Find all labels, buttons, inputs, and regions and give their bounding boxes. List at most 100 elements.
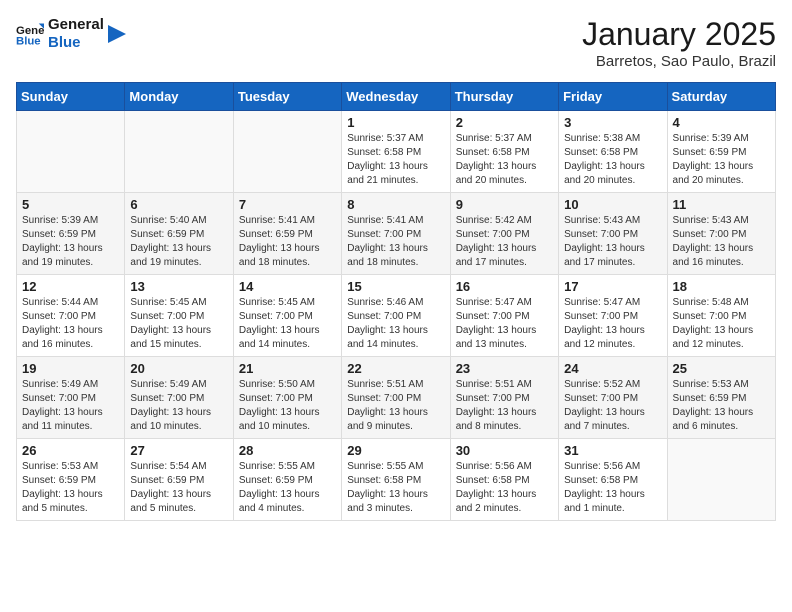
col-header-sunday: Sunday bbox=[17, 83, 125, 111]
day-info: Sunrise: 5:48 AM Sunset: 7:00 PM Dayligh… bbox=[673, 296, 770, 352]
day-number: 29 bbox=[347, 443, 444, 458]
day-info: Sunrise: 5:41 AM Sunset: 6:59 PM Dayligh… bbox=[239, 214, 336, 270]
day-info: Sunrise: 5:45 AM Sunset: 7:00 PM Dayligh… bbox=[239, 296, 336, 352]
day-info: Sunrise: 5:46 AM Sunset: 7:00 PM Dayligh… bbox=[347, 296, 444, 352]
day-number: 27 bbox=[130, 443, 227, 458]
calendar-week-3: 12 Sunrise: 5:44 AM Sunset: 7:00 PM Dayli… bbox=[17, 275, 776, 357]
day-number: 22 bbox=[347, 361, 444, 376]
calendar-cell: 24 Sunrise: 5:52 AM Sunset: 7:00 PM Dayli… bbox=[559, 357, 667, 439]
day-number: 23 bbox=[456, 361, 553, 376]
day-number: 13 bbox=[130, 279, 227, 294]
day-number: 26 bbox=[22, 443, 119, 458]
day-number: 31 bbox=[564, 443, 661, 458]
calendar-cell: 14Sunrise: 5:45 AM Sunset: 7:00 PM Dayli… bbox=[233, 275, 341, 357]
day-number: 28 bbox=[239, 443, 336, 458]
day-number: 15 bbox=[347, 279, 444, 294]
calendar-week-4: 19 Sunrise: 5:49 AM Sunset: 7:00 PM Dayli… bbox=[17, 357, 776, 439]
calendar-cell: 31Sunrise: 5:56 AM Sunset: 6:58 PM Dayli… bbox=[559, 439, 667, 521]
calendar-cell: 13 Sunrise: 5:45 AM Sunset: 7:00 PM Dayli… bbox=[125, 275, 233, 357]
day-info: Sunrise: 5:50 AM Sunset: 7:00 PM Dayligh… bbox=[239, 378, 336, 434]
day-number: 24 bbox=[564, 361, 661, 376]
day-number: 8 bbox=[347, 197, 444, 212]
col-header-monday: Monday bbox=[125, 83, 233, 111]
day-number: 30 bbox=[456, 443, 553, 458]
logo-general: General bbox=[48, 16, 104, 34]
calendar-cell: 16 Sunrise: 5:47 AM Sunset: 7:00 PM Dayli… bbox=[450, 275, 558, 357]
day-number: 2 bbox=[456, 115, 553, 130]
calendar-header: SundayMondayTuesdayWednesdayThursdayFrid… bbox=[17, 83, 776, 111]
day-info: Sunrise: 5:47 AM Sunset: 7:00 PM Dayligh… bbox=[564, 296, 661, 352]
day-number: 4 bbox=[673, 115, 770, 130]
page-header: General Blue General Blue January 2025 B… bbox=[16, 16, 776, 70]
calendar-cell: 3 Sunrise: 5:38 AM Sunset: 6:58 PM Daylig… bbox=[559, 111, 667, 193]
col-header-tuesday: Tuesday bbox=[233, 83, 341, 111]
calendar-cell: 20Sunrise: 5:49 AM Sunset: 7:00 PM Dayli… bbox=[125, 357, 233, 439]
day-info: Sunrise: 5:37 AM Sunset: 6:58 PM Dayligh… bbox=[347, 132, 444, 188]
calendar-cell: 21Sunrise: 5:50 AM Sunset: 7:00 PM Dayli… bbox=[233, 357, 341, 439]
day-number: 7 bbox=[239, 197, 336, 212]
calendar-cell: 27 Sunrise: 5:54 AM Sunset: 6:59 PM Dayli… bbox=[125, 439, 233, 521]
day-info: Sunrise: 5:47 AM Sunset: 7:00 PM Dayligh… bbox=[456, 296, 553, 352]
calendar-cell: 19 Sunrise: 5:49 AM Sunset: 7:00 PM Dayli… bbox=[17, 357, 125, 439]
col-header-saturday: Saturday bbox=[667, 83, 775, 111]
day-info: Sunrise: 5:53 AM Sunset: 6:59 PM Dayligh… bbox=[673, 378, 770, 434]
day-info: Sunrise: 5:55 AM Sunset: 6:59 PM Dayligh… bbox=[239, 460, 336, 516]
title-block: January 2025 Barretos, Sao Paulo, Brazil bbox=[582, 16, 776, 70]
calendar-cell bbox=[17, 111, 125, 193]
calendar-cell: 1 Sunrise: 5:37 AM Sunset: 6:58 PM Daylig… bbox=[342, 111, 450, 193]
col-header-thursday: Thursday bbox=[450, 83, 558, 111]
col-header-friday: Friday bbox=[559, 83, 667, 111]
calendar-table: SundayMondayTuesdayWednesdayThursdayFrid… bbox=[16, 82, 776, 521]
day-info: Sunrise: 5:52 AM Sunset: 7:00 PM Dayligh… bbox=[564, 378, 661, 434]
calendar-cell: 26 Sunrise: 5:53 AM Sunset: 6:59 PM Dayli… bbox=[17, 439, 125, 521]
day-number: 6 bbox=[130, 197, 227, 212]
day-info: Sunrise: 5:49 AM Sunset: 7:00 PM Dayligh… bbox=[22, 378, 119, 434]
day-number: 20 bbox=[130, 361, 227, 376]
calendar-cell bbox=[125, 111, 233, 193]
logo: General Blue General Blue bbox=[16, 16, 126, 52]
calendar-cell: 4 Sunrise: 5:39 AM Sunset: 6:59 PM Daylig… bbox=[667, 111, 775, 193]
svg-text:Blue: Blue bbox=[16, 36, 41, 48]
calendar-week-1: 1 Sunrise: 5:37 AM Sunset: 6:58 PM Daylig… bbox=[17, 111, 776, 193]
calendar-cell: 23 Sunrise: 5:51 AM Sunset: 7:00 PM Dayli… bbox=[450, 357, 558, 439]
day-number: 1 bbox=[347, 115, 444, 130]
col-header-wednesday: Wednesday bbox=[342, 83, 450, 111]
calendar-cell: 22Sunrise: 5:51 AM Sunset: 7:00 PM Dayli… bbox=[342, 357, 450, 439]
calendar-cell: 5 Sunrise: 5:39 AM Sunset: 6:59 PM Daylig… bbox=[17, 193, 125, 275]
day-number: 5 bbox=[22, 197, 119, 212]
calendar-cell: 28 Sunrise: 5:55 AM Sunset: 6:59 PM Dayli… bbox=[233, 439, 341, 521]
calendar-cell: 10Sunrise: 5:43 AM Sunset: 7:00 PM Dayli… bbox=[559, 193, 667, 275]
day-info: Sunrise: 5:38 AM Sunset: 6:58 PM Dayligh… bbox=[564, 132, 661, 188]
calendar-cell: 8 Sunrise: 5:41 AM Sunset: 7:00 PM Daylig… bbox=[342, 193, 450, 275]
day-info: Sunrise: 5:54 AM Sunset: 6:59 PM Dayligh… bbox=[130, 460, 227, 516]
day-info: Sunrise: 5:55 AM Sunset: 6:58 PM Dayligh… bbox=[347, 460, 444, 516]
calendar-title: January 2025 bbox=[582, 16, 776, 53]
calendar-cell: 11Sunrise: 5:43 AM Sunset: 7:00 PM Dayli… bbox=[667, 193, 775, 275]
day-number: 12 bbox=[22, 279, 119, 294]
day-number: 19 bbox=[22, 361, 119, 376]
day-info: Sunrise: 5:44 AM Sunset: 7:00 PM Dayligh… bbox=[22, 296, 119, 352]
day-number: 10 bbox=[564, 197, 661, 212]
day-number: 18 bbox=[673, 279, 770, 294]
calendar-cell bbox=[667, 439, 775, 521]
day-number: 25 bbox=[673, 361, 770, 376]
calendar-subtitle: Barretos, Sao Paulo, Brazil bbox=[582, 53, 776, 70]
calendar-cell: 2Sunrise: 5:37 AM Sunset: 6:58 PM Daylig… bbox=[450, 111, 558, 193]
day-info: Sunrise: 5:41 AM Sunset: 7:00 PM Dayligh… bbox=[347, 214, 444, 270]
calendar-cell: 12 Sunrise: 5:44 AM Sunset: 7:00 PM Dayli… bbox=[17, 275, 125, 357]
day-number: 16 bbox=[456, 279, 553, 294]
day-info: Sunrise: 5:56 AM Sunset: 6:58 PM Dayligh… bbox=[456, 460, 553, 516]
day-info: Sunrise: 5:39 AM Sunset: 6:59 PM Dayligh… bbox=[22, 214, 119, 270]
calendar-cell: 6Sunrise: 5:40 AM Sunset: 6:59 PM Daylig… bbox=[125, 193, 233, 275]
day-info: Sunrise: 5:45 AM Sunset: 7:00 PM Dayligh… bbox=[130, 296, 227, 352]
day-number: 17 bbox=[564, 279, 661, 294]
calendar-cell: 7 Sunrise: 5:41 AM Sunset: 6:59 PM Daylig… bbox=[233, 193, 341, 275]
calendar-cell: 9Sunrise: 5:42 AM Sunset: 7:00 PM Daylig… bbox=[450, 193, 558, 275]
day-info: Sunrise: 5:51 AM Sunset: 7:00 PM Dayligh… bbox=[456, 378, 553, 434]
day-number: 9 bbox=[456, 197, 553, 212]
calendar-cell: 25 Sunrise: 5:53 AM Sunset: 6:59 PM Dayli… bbox=[667, 357, 775, 439]
calendar-cell: 30 Sunrise: 5:56 AM Sunset: 6:58 PM Dayli… bbox=[450, 439, 558, 521]
day-info: Sunrise: 5:39 AM Sunset: 6:59 PM Dayligh… bbox=[673, 132, 770, 188]
day-info: Sunrise: 5:53 AM Sunset: 6:59 PM Dayligh… bbox=[22, 460, 119, 516]
day-number: 3 bbox=[564, 115, 661, 130]
